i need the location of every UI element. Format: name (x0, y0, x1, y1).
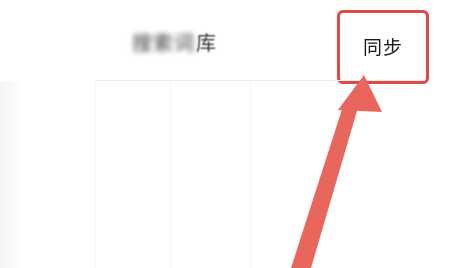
content-column-line (250, 82, 251, 268)
page-title-suffix: 库 (196, 30, 217, 55)
sync-button[interactable]: 同步 (337, 10, 429, 84)
screen: 搜索词 库 同步 (0, 0, 461, 268)
content-column-line (170, 82, 171, 268)
header-divider (95, 80, 425, 81)
page-title-blurred: 搜索词 (132, 30, 195, 55)
page-title: 搜索词 库 (132, 26, 217, 56)
content-area (0, 82, 461, 268)
content-column-line (95, 82, 96, 268)
top-bar: 搜索词 库 同步 (0, 0, 461, 84)
sync-button-label: 同步 (362, 37, 403, 59)
